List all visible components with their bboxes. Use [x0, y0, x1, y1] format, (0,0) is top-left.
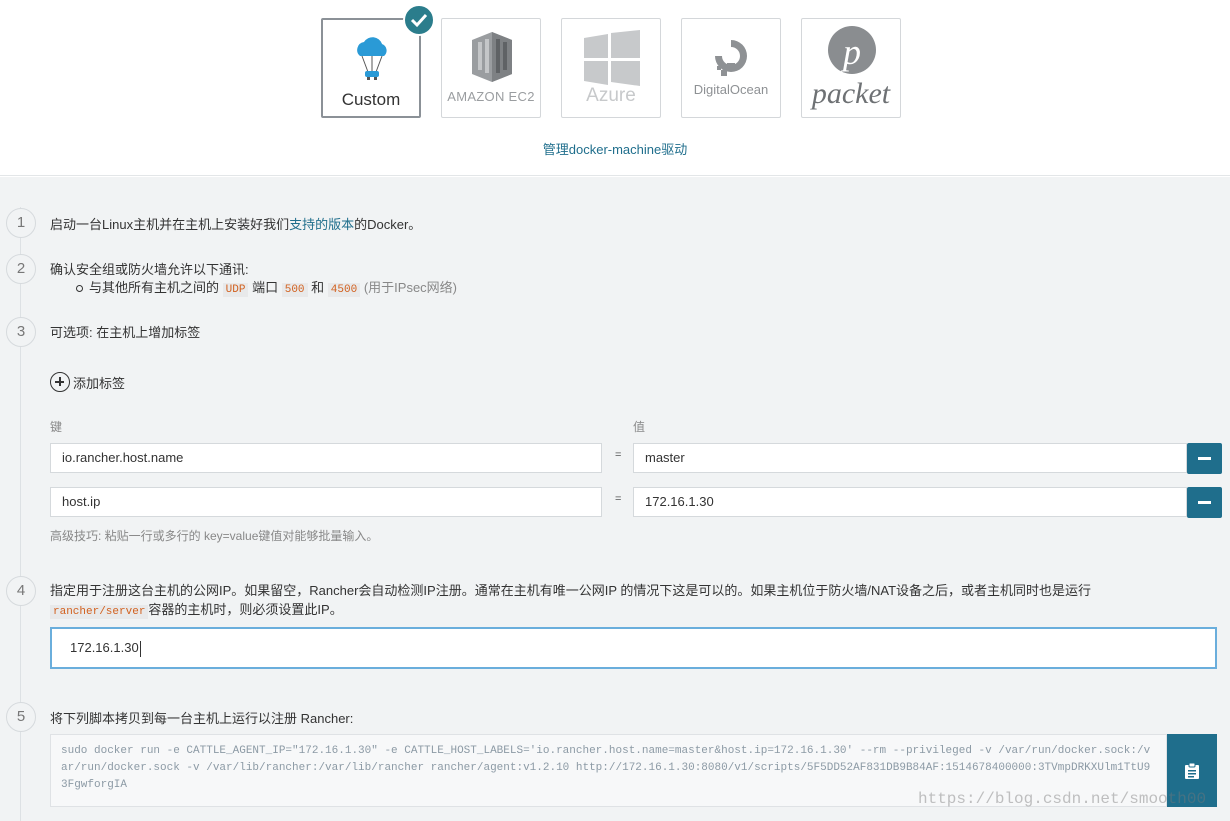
- label-value-input[interactable]: 172.16.1.30: [633, 487, 1187, 517]
- step-number-3: 3: [6, 317, 36, 347]
- port-500-code: 500: [281, 283, 308, 297]
- and-word: 和: [311, 280, 325, 295]
- label-value-input[interactable]: master: [633, 443, 1187, 473]
- driver-packet[interactable]: p packet: [801, 18, 901, 118]
- step-3-text: 可选项: 在主机上增加标签: [50, 325, 201, 340]
- step-number-5: 5: [6, 702, 36, 732]
- driver-label: AMAZON EC2: [447, 89, 535, 104]
- remove-label-button[interactable]: [1187, 443, 1222, 474]
- key-column-header: 键: [50, 420, 63, 434]
- equals-sign: =: [615, 449, 622, 461]
- bullet-pre: 与其他所有主机之间的: [89, 280, 220, 295]
- digitalocean-logo-icon: [715, 40, 747, 76]
- driver-label: Azure: [586, 85, 636, 106]
- svg-text:p: p: [840, 32, 861, 72]
- driver-azure[interactable]: Azure: [561, 18, 661, 118]
- step-number-1: 1: [6, 208, 36, 238]
- label-key-input[interactable]: host.ip: [50, 487, 602, 517]
- cloud-parachute-icon: [357, 37, 387, 80]
- driver-label: packet: [811, 77, 891, 110]
- bullet-icon: [76, 285, 83, 293]
- step-4-text: 指定用于注册这台主机的公网IP。如果留空，Rancher会自动检测IP注册。通常…: [50, 581, 1190, 622]
- rancher-server-code: rancher/server: [50, 605, 149, 619]
- step-1-text: 启动一台Linux主机并在主机上安装好我们支持的版本的Docker。: [50, 214, 421, 233]
- remove-label-button[interactable]: [1187, 487, 1222, 518]
- azure-windows-logo-icon: [584, 30, 640, 86]
- watermark: https://blog.csdn.net/smooth00: [918, 790, 1207, 808]
- plus-circle-icon: [50, 372, 70, 392]
- port-word: 端口: [252, 280, 279, 295]
- step-5-text: 将下列脚本拷贝到每一台主机上运行以注册 Rancher:: [50, 711, 354, 726]
- step-2-bullet: 与其他所有主机之间的 UDP 端口 500 和 4500 (用于IPsec网络): [76, 277, 457, 297]
- selected-check-icon: [403, 4, 435, 36]
- driver-amazon-ec2[interactable]: AMAZON EC2: [441, 18, 541, 118]
- driver-label: Custom: [341, 90, 401, 109]
- manage-drivers-link[interactable]: 管理docker-machine驱动: [0, 139, 1230, 158]
- step-4-text-a: 指定用于注册这台主机的公网IP。如果留空，Rancher会自动检测IP注册。通常…: [50, 583, 1092, 598]
- supported-versions-link[interactable]: 支持的版本: [289, 217, 354, 232]
- step-number-4: 4: [6, 576, 36, 606]
- equals-sign: =: [615, 493, 622, 505]
- add-label-text: 添加标签: [73, 375, 126, 391]
- public-ip-input[interactable]: 172.16.1.30: [50, 627, 1217, 669]
- label-hint: 高级技巧: 粘贴一行或多行的 key=value键值对能够批量输入。: [50, 529, 379, 543]
- udp-code: UDP: [222, 283, 249, 297]
- step-number-2: 2: [6, 254, 36, 284]
- public-ip-value: 172.16.1.30: [70, 640, 139, 655]
- driver-label: DigitalOcean: [693, 82, 769, 97]
- port-4500-code: 4500: [327, 283, 361, 297]
- ipsec-note: (用于IPsec网络): [363, 280, 457, 295]
- label-key-input[interactable]: io.rancher.host.name: [50, 443, 602, 473]
- text-cursor: [139, 640, 141, 657]
- steps-panel: 1 启动一台Linux主机并在主机上安装好我们支持的版本的Docker。 2 确…: [0, 177, 1230, 821]
- driver-selector: Custom AMAZON EC2 Azure DigitalOcean p p…: [0, 0, 1230, 176]
- value-column-header: 值: [633, 420, 646, 434]
- step-2-text: 确认安全组或防火墙允许以下通讯:: [50, 262, 249, 277]
- step-4-text-b: 容器的主机时，则必须设置此IP。: [148, 602, 343, 617]
- amazon-ec2-logo-icon: [472, 32, 512, 82]
- packet-logo-icon: p: [828, 26, 876, 74]
- add-label-button[interactable]: 添加标签: [50, 371, 125, 393]
- clipboard-icon: [1185, 762, 1199, 779]
- step-1-prefix: 启动一台Linux主机并在主机上安装好我们: [50, 217, 290, 232]
- driver-digitalocean[interactable]: DigitalOcean: [681, 18, 781, 118]
- step-1-suffix: 的Docker。: [354, 217, 422, 232]
